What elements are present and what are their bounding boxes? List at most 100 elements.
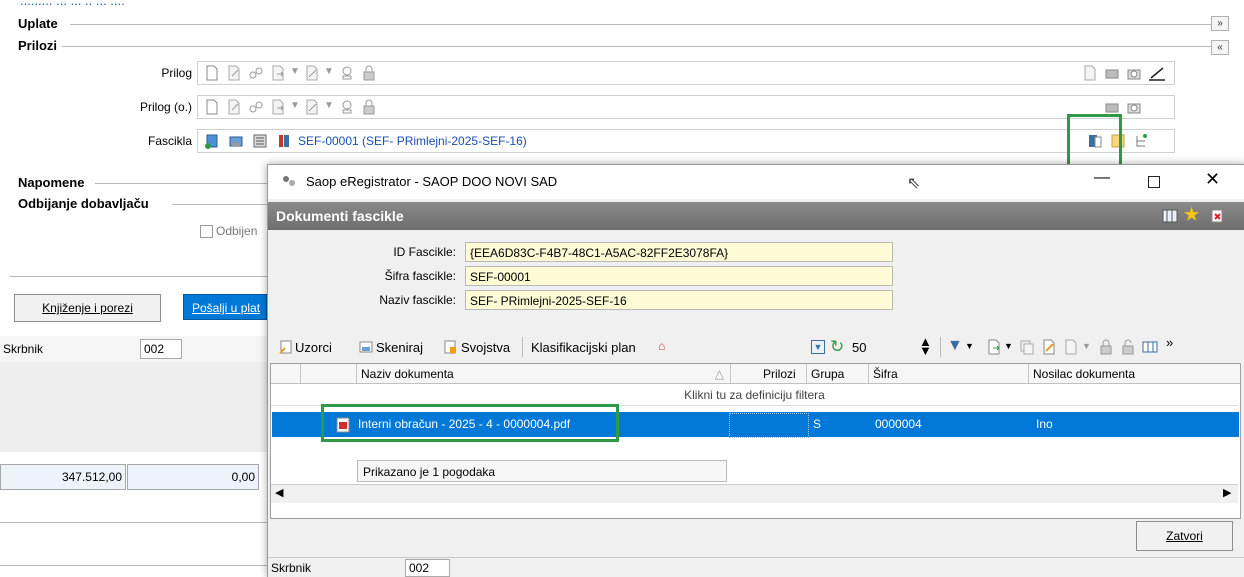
sign-document-icon[interactable]	[1041, 339, 1057, 355]
copy-icon[interactable]	[1019, 339, 1035, 355]
divider	[0, 522, 267, 523]
skeniraj-button[interactable]: Skeniraj	[376, 340, 423, 355]
edit-document-icon[interactable]	[226, 65, 242, 81]
new-document-icon[interactable]	[204, 65, 220, 81]
dialog-status-bar: Skrbnik 002	[268, 557, 1244, 577]
sifra-fascikle-label: Šifra fascikle:	[384, 269, 456, 283]
dialog-toolbar: Uzorci Skeniraj Svojstva Klasifikacijski…	[268, 333, 1244, 361]
dropdown-arrow-icon[interactable]: ▼	[1082, 341, 1091, 351]
posalji-button[interactable]: Pošalji u plat	[183, 294, 267, 320]
new-document-icon[interactable]	[204, 99, 220, 115]
export-document-icon[interactable]	[986, 339, 1002, 355]
filter-row[interactable]: Klikni tu za definiciju filtera	[271, 385, 1238, 406]
toolbar-overflow-icon[interactable]: »	[1166, 335, 1173, 350]
grid-header-cell	[271, 364, 301, 384]
sign-document-icon[interactable]	[304, 65, 320, 81]
naziv-fascikle-field[interactable]: SEF- PRimlejni-2025-SEF-16	[465, 290, 893, 310]
dialog-titlebar: Saop eRegistrator - SAOP DOO NOVI SAD ⇖ …	[268, 165, 1244, 199]
folder-server-icon[interactable]	[228, 133, 244, 149]
lock-icon[interactable]	[361, 99, 377, 115]
columns-icon[interactable]	[1162, 208, 1178, 224]
eraser-icon[interactable]: ⌂	[658, 339, 665, 353]
dropdown-arrow-icon[interactable]: ▼	[965, 341, 974, 351]
binder-icon[interactable]	[276, 133, 292, 149]
delete-document-icon[interactable]	[1209, 208, 1225, 224]
fascikla-label: Fascikla	[147, 134, 192, 148]
amount-left-field: 347.512,00	[0, 464, 126, 490]
sign-document-icon[interactable]	[304, 99, 320, 115]
lock-icon[interactable]	[361, 65, 377, 81]
status-skrbnik-label: Skrbnik	[271, 561, 312, 575]
scan-icon[interactable]	[1104, 65, 1120, 81]
properties-icon	[442, 339, 458, 355]
attach-file-icon[interactable]	[1082, 65, 1098, 81]
section-uplate-title: Uplate	[18, 16, 58, 31]
link-icon[interactable]	[248, 99, 264, 115]
camera-icon[interactable]	[1126, 65, 1142, 81]
expand-uplate-icon[interactable]: »	[1211, 16, 1229, 31]
minimize-button[interactable]: —	[1094, 169, 1110, 187]
dropdown-toggle-icon[interactable]: ▼	[811, 340, 825, 354]
id-fascikle-label: ID Fascikle:	[393, 245, 456, 259]
col-naziv-dokumenta[interactable]: Naziv dokumenta △	[357, 364, 731, 384]
dropdown-arrow-icon[interactable]: ▼	[324, 66, 334, 77]
add-folder-icon[interactable]	[204, 133, 220, 149]
odbijen-checkbox[interactable]	[200, 225, 213, 238]
maximize-button[interactable]	[1148, 176, 1160, 188]
odbijen-label: Odbijen	[216, 224, 258, 238]
signature-pen-icon[interactable]	[1147, 63, 1167, 83]
export-document-icon[interactable]	[270, 99, 286, 115]
close-window-button[interactable]: ✕	[1205, 169, 1220, 190]
col-sifra[interactable]: Šifra	[869, 364, 1029, 384]
sort-icon: △	[714, 367, 724, 381]
filter-icon[interactable]: ▼	[947, 337, 963, 355]
move-document-icon[interactable]	[1063, 339, 1079, 355]
dropdown-arrow-icon[interactable]: ▼	[1004, 341, 1013, 351]
lock-icon[interactable]	[1098, 339, 1114, 355]
refresh-icon[interactable]: ↻	[830, 337, 844, 357]
klasifikacijski-plan-button[interactable]: Klasifikacijski plan	[531, 340, 636, 355]
scroll-left-icon[interactable]: ◀	[275, 486, 283, 499]
uzorci-button[interactable]: Uzorci	[295, 340, 332, 355]
link-icon[interactable]	[248, 65, 264, 81]
id-fascikle-field[interactable]: {EEA6D83C-F4B7-48C1-A5AC-82FF2E3078FA}	[465, 242, 893, 262]
folder-list-icon[interactable]	[252, 133, 268, 149]
dropdown-arrow-icon[interactable]: ▼	[324, 100, 334, 111]
scanner-icon	[358, 339, 374, 355]
skrbnik-value: 002	[140, 339, 182, 359]
focus-cell	[729, 413, 809, 438]
edit-document-icon[interactable]	[226, 99, 242, 115]
stamp-icon[interactable]	[339, 99, 355, 115]
collapse-prilozi-icon[interactable]: «	[1211, 40, 1229, 55]
export-document-icon[interactable]	[270, 65, 286, 81]
camera-icon[interactable]	[1126, 99, 1142, 115]
columns-settings-icon[interactable]	[1142, 339, 1158, 355]
templates-icon	[278, 339, 294, 355]
fascikla-link[interactable]: SEF-00001 (SEF- PRimlejni-2025-SEF-16)	[298, 134, 527, 148]
dropdown-arrow-icon[interactable]: ▼	[290, 100, 300, 111]
section-napomene-title: Napomene	[18, 175, 85, 190]
col-grupa[interactable]: Grupa	[807, 364, 869, 384]
divider	[10, 276, 267, 277]
horizontal-scrollbar[interactable]: ◀ ▶	[271, 484, 1238, 503]
zatvori-button[interactable]: Zatvori	[1136, 521, 1233, 551]
favorite-star-icon[interactable]: ★	[1184, 205, 1199, 225]
knjizenje-button[interactable]: Knjiženje i porezi	[14, 294, 161, 322]
divider	[62, 46, 1220, 47]
tree-icon[interactable]	[1133, 133, 1149, 149]
dropdown-arrow-icon[interactable]: ▼	[290, 66, 300, 77]
col-nosilac[interactable]: Nosilac dokumenta	[1029, 364, 1240, 384]
scan-icon[interactable]	[1104, 99, 1120, 115]
count-field[interactable]: 50	[852, 340, 866, 355]
row-nosilac: Ino	[1036, 417, 1053, 431]
col-prilozi[interactable]: Prilozi	[759, 364, 807, 384]
scroll-right-icon[interactable]: ▶	[1223, 486, 1231, 499]
divider	[0, 565, 267, 566]
section-prilozi-title: Prilozi	[18, 38, 58, 53]
sifra-fascikle-field[interactable]: SEF-00001	[465, 266, 893, 286]
svojstva-button[interactable]: Svojstva	[461, 340, 510, 355]
results-count: Prikazano je 1 pogodaka	[357, 460, 727, 482]
stamp-icon[interactable]	[339, 65, 355, 81]
spinner-icon[interactable]: ▲ ▼	[919, 335, 932, 357]
unlock-icon[interactable]	[1120, 339, 1136, 355]
